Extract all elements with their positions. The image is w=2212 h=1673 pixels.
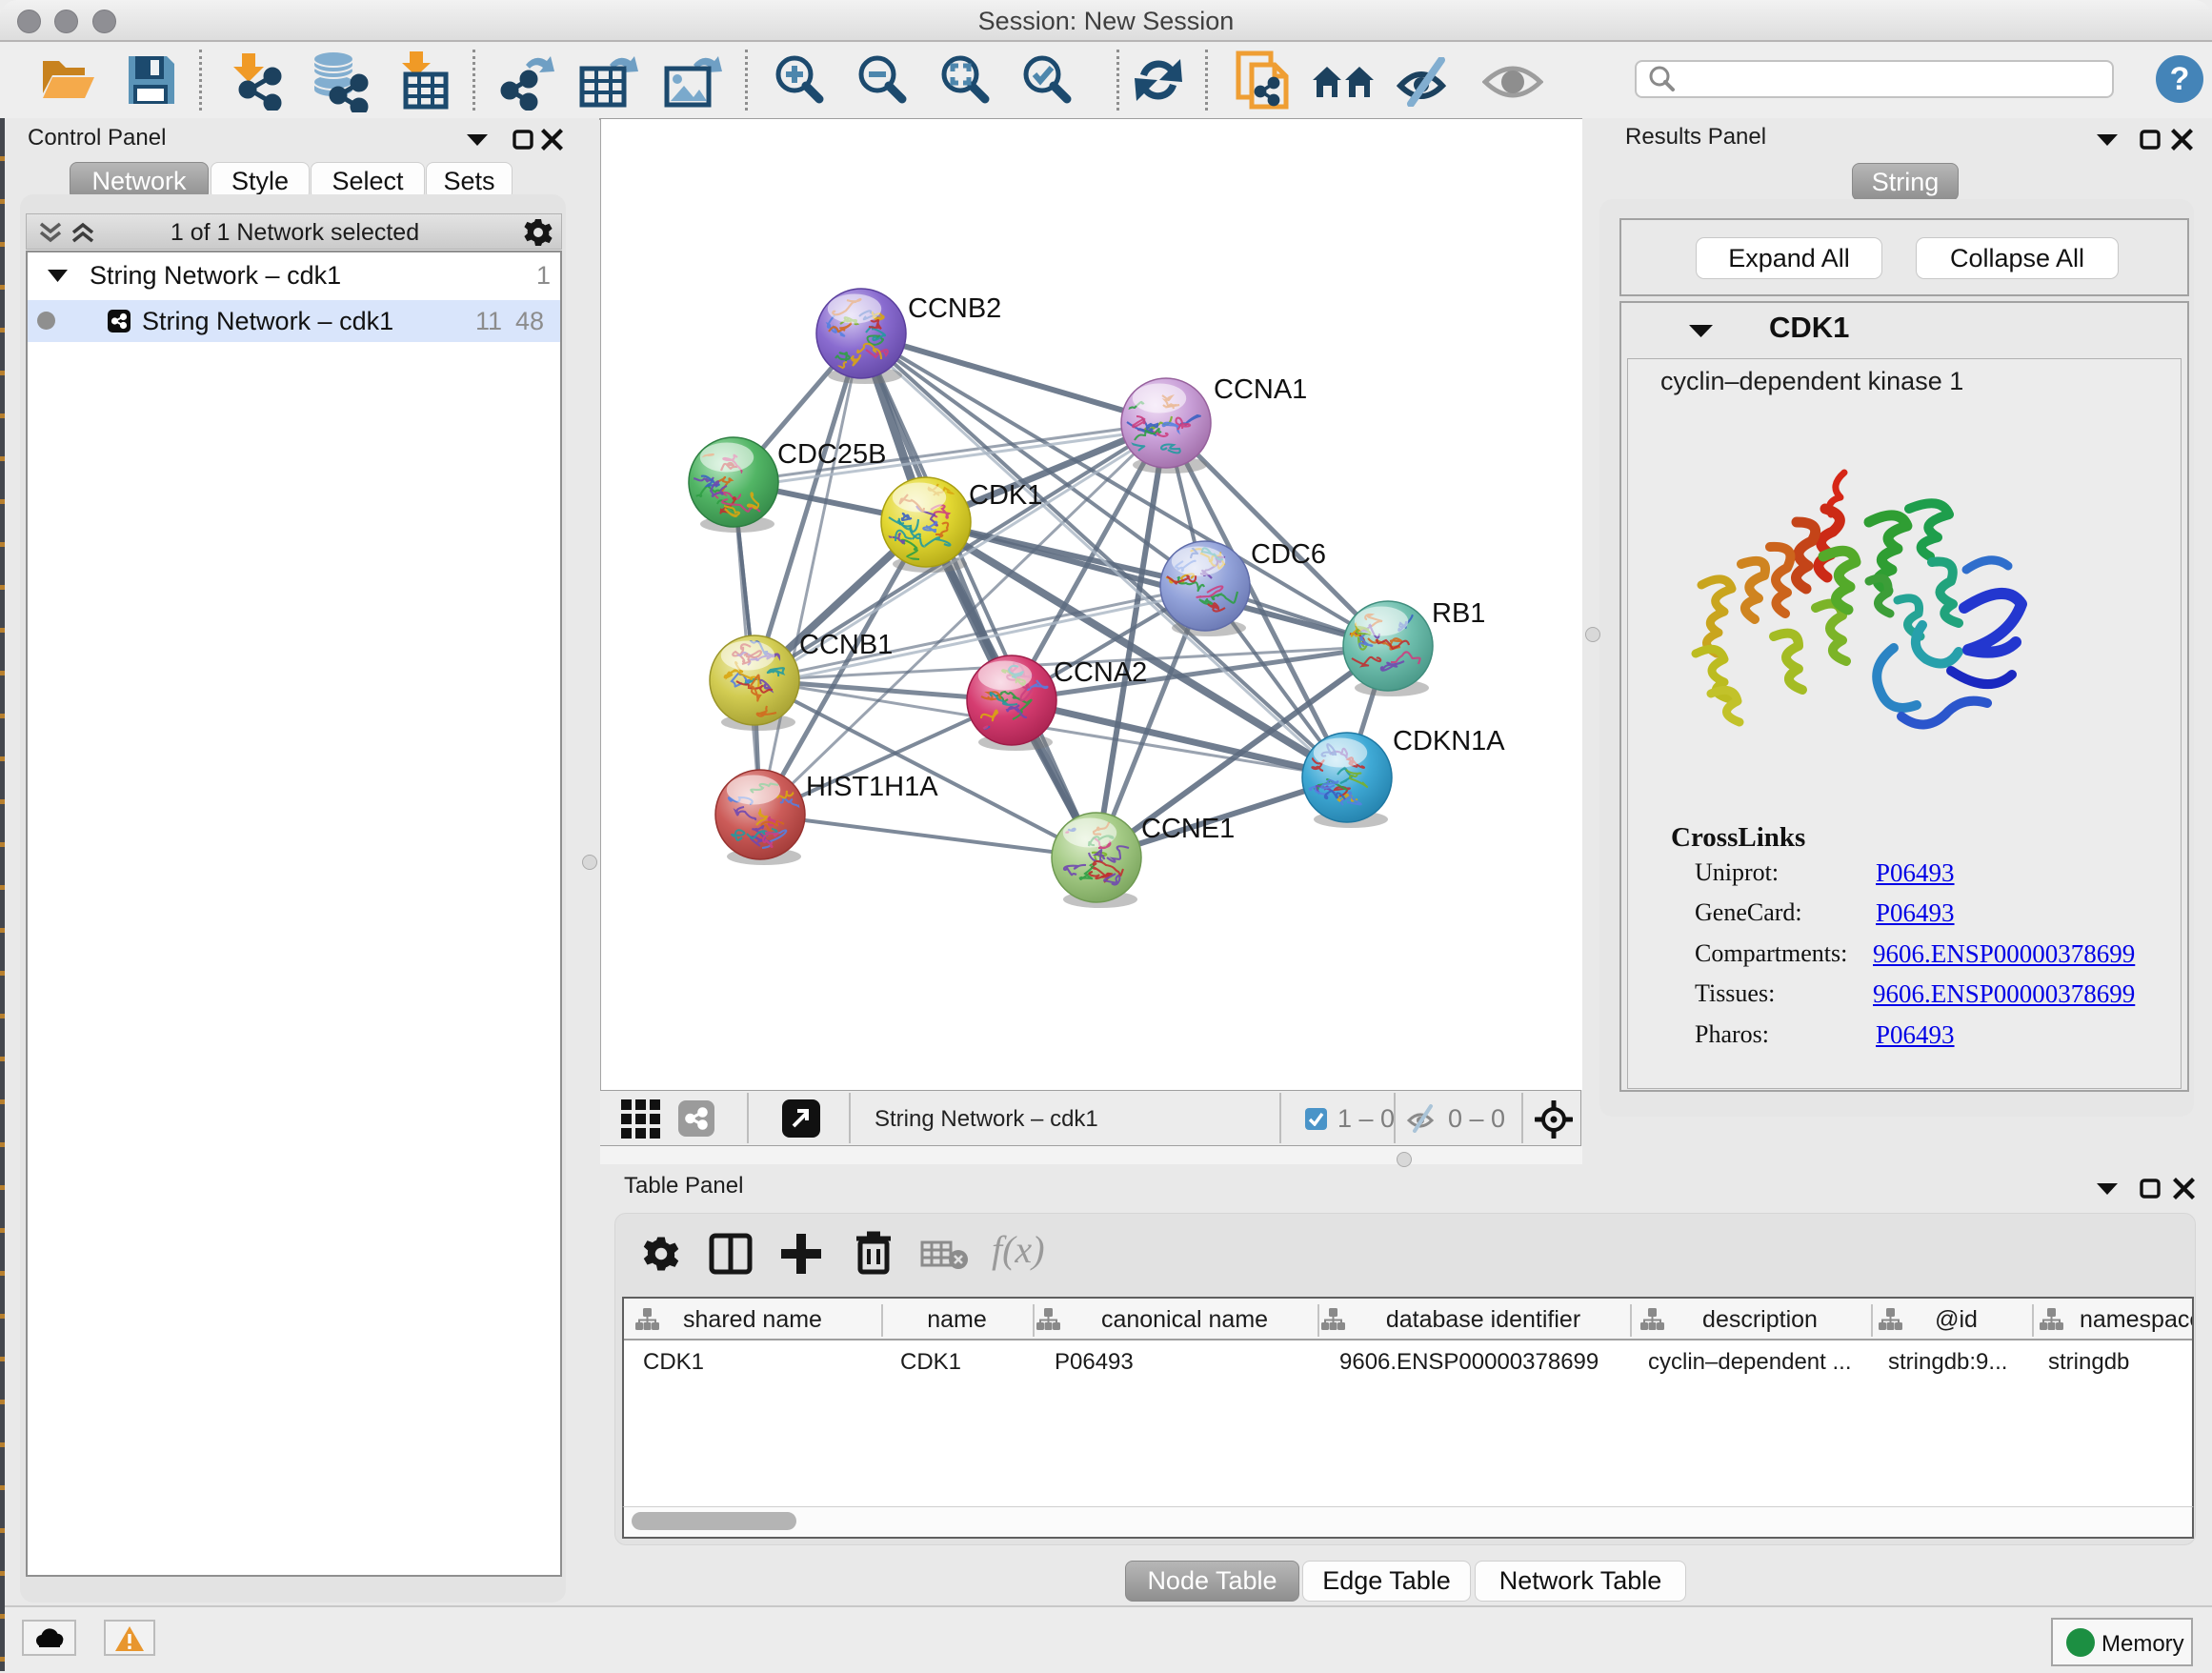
svg-text:HIST1H1A: HIST1H1A xyxy=(806,772,938,802)
svg-text:CDC25B: CDC25B xyxy=(777,439,886,470)
svg-text:CCNE1: CCNE1 xyxy=(1141,814,1235,844)
svg-text:CDC6: CDC6 xyxy=(1251,539,1326,570)
svg-text:CCNA1: CCNA1 xyxy=(1214,374,1307,405)
svg-text:CCNA2: CCNA2 xyxy=(1054,657,1147,688)
svg-text:CDKN1A: CDKN1A xyxy=(1393,726,1505,756)
svg-text:CDK1: CDK1 xyxy=(969,480,1042,511)
svg-text:CCNB1: CCNB1 xyxy=(799,630,893,660)
svg-text:CCNB2: CCNB2 xyxy=(908,293,1001,324)
svg-text:RB1: RB1 xyxy=(1432,598,1485,629)
